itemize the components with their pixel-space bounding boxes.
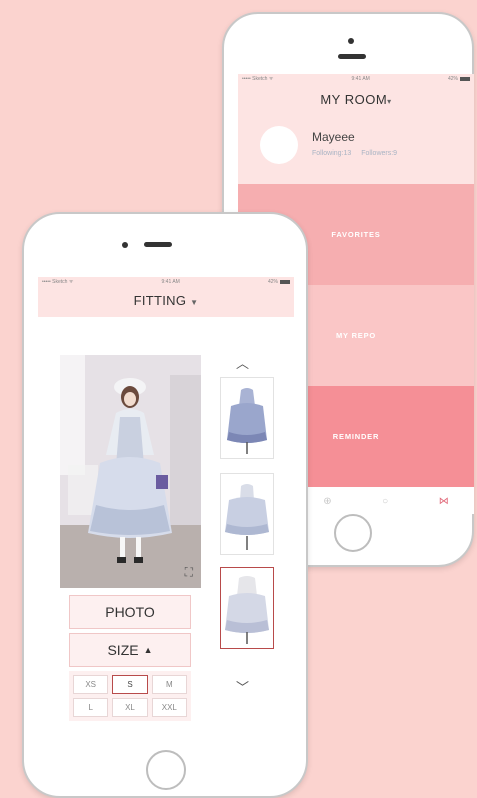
phone-fitting: ••••• Sketch ᯤ 9:41 AM 42% FITTING ▼ ⛶ P… — [22, 212, 308, 798]
dress-thumbnail-3[interactable] — [220, 567, 274, 649]
battery-percent: 42% — [447, 76, 458, 82]
model-photo-illustration — [60, 355, 201, 588]
home-button[interactable] — [334, 514, 372, 552]
battery-percent: 42% — [267, 279, 278, 285]
menu-item-label: FAVORITES — [331, 230, 381, 239]
dress-thumbnail-1[interactable] — [220, 377, 274, 459]
menu-item-label: MY REPO — [335, 331, 377, 340]
fitting-screen: ••••• Sketch ᯤ 9:41 AM 42% FITTING ▼ ⛶ P… — [38, 277, 294, 739]
chevron-down-icon[interactable]: ﹀ — [236, 677, 249, 696]
speaker-grille — [144, 242, 172, 247]
status-carrier: ••••• Sketch ᯤ — [42, 279, 74, 285]
dress-thumb-icon — [225, 576, 269, 644]
size-button-label: SIZE — [107, 642, 139, 658]
followers-count[interactable]: Followers:9 — [361, 150, 397, 157]
status-bar: ••••• Sketch ᯤ 9:41 AM 42% — [38, 277, 294, 287]
dropdown-caret-icon: ▼ — [190, 298, 199, 307]
expand-icon[interactable]: ⛶ — [185, 565, 193, 580]
status-time: 9:41 AM — [351, 76, 370, 82]
speaker-grille — [338, 54, 366, 59]
status-battery: 42% — [448, 76, 470, 82]
page-title-text: MY ROOM — [320, 92, 388, 107]
user-stats: Following:13 Followers:9 — [312, 150, 397, 157]
size-option-xl[interactable]: XL — [112, 698, 148, 717]
size-option-l[interactable]: L — [73, 698, 109, 717]
chevron-up-icon[interactable]: ︿ — [236, 353, 249, 372]
size-selector: XS S M L XL XXL — [69, 671, 191, 721]
battery-icon — [459, 76, 470, 81]
battery-icon — [279, 279, 290, 284]
camera-icon — [348, 38, 354, 44]
page-title[interactable]: MY ROOM▾ — [238, 92, 474, 107]
camera-icon — [122, 242, 128, 248]
avatar[interactable] — [260, 126, 298, 164]
fitting-photo[interactable]: ⛶ — [60, 355, 201, 588]
dress-thumb-icon — [227, 388, 267, 454]
size-button[interactable]: SIZE ▲ — [69, 633, 191, 667]
user-name[interactable]: Mayeee — [312, 130, 355, 144]
photo-button[interactable]: PHOTO — [69, 595, 191, 629]
dropdown-caret-icon: ▾ — [387, 97, 392, 106]
plus-circle-icon[interactable]: ⊕ — [323, 496, 331, 507]
status-carrier: ••••• Sketch ᯤ — [242, 76, 274, 82]
following-count[interactable]: Following:13 — [312, 150, 351, 157]
page-title[interactable]: FITTING ▼ — [38, 293, 294, 308]
size-option-xxl[interactable]: XXL — [151, 698, 187, 717]
status-time: 9:41 AM — [161, 279, 180, 285]
triangle-up-icon: ▲ — [143, 645, 153, 655]
home-button[interactable] — [146, 750, 186, 790]
dress-thumb-icon — [225, 484, 269, 550]
size-option-xs[interactable]: XS — [73, 675, 109, 694]
fitting-header: ••••• Sketch ᯤ 9:41 AM 42% FITTING ▼ — [38, 277, 294, 317]
size-option-m[interactable]: M — [151, 675, 187, 694]
status-bar: ••••• Sketch ᯤ 9:41 AM 42% — [238, 74, 474, 84]
page-title-text: FITTING — [133, 293, 187, 308]
photo-button-label: PHOTO — [105, 604, 155, 620]
status-battery: 42% — [268, 279, 290, 285]
size-option-s[interactable]: S — [112, 675, 148, 694]
menu-item-label: REMINDER — [332, 432, 380, 441]
bow-icon[interactable]: ⋈ — [439, 496, 449, 507]
dress-thumbnail-2[interactable] — [220, 473, 274, 555]
search-icon[interactable]: ○ — [382, 496, 388, 507]
my-room-header: ••••• Sketch ᯤ 9:41 AM 42% MY ROOM▾ Maye… — [238, 74, 474, 184]
